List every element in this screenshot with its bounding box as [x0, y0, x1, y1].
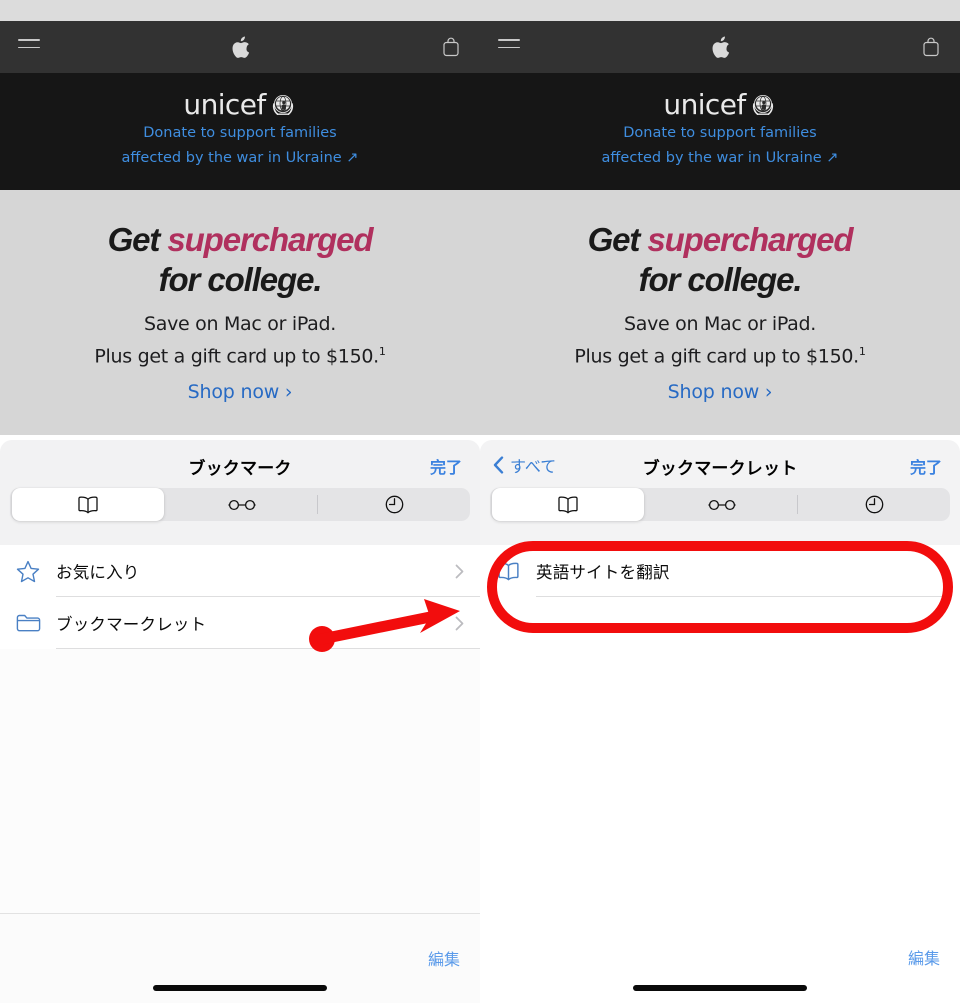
hero-headline-line2: for college. — [158, 261, 323, 298]
hero-subtext: Save on Mac or iPad. Plus get a gift car… — [94, 310, 386, 370]
clock-icon — [385, 495, 403, 514]
book-icon — [558, 496, 578, 514]
hero-footnote-marker: 1 — [858, 345, 866, 358]
clock-icon — [865, 495, 883, 514]
edit-button-left[interactable]: 編集 — [428, 946, 460, 970]
hero-subtext: Save on Mac or iPad. Plus get a gift car… — [574, 310, 866, 370]
book-outline-icon — [494, 561, 522, 581]
bookmarks-list-left: お気に入り ブックマークレット — [0, 545, 480, 649]
home-indicator — [633, 985, 807, 991]
safari-nav-bar — [0, 21, 480, 73]
book-icon — [78, 496, 98, 514]
un-emblem-icon — [749, 91, 777, 119]
unicef-logo: unicef — [663, 88, 776, 121]
list-item-label: お気に入り — [56, 563, 140, 582]
status-bar — [0, 0, 480, 21]
list-item-label: ブックマークレット — [56, 615, 207, 634]
hero-headline-plain: Get — [587, 221, 648, 258]
hero-sub-line2: Plus get a gift card up to $150. — [94, 345, 379, 368]
tab-bookmarks-left[interactable] — [12, 488, 164, 521]
sheet-title-right: ブックマークレット — [642, 459, 798, 479]
list-divider — [536, 596, 950, 597]
hero-headline: Get supercharged for college. — [587, 220, 854, 300]
list-item[interactable]: ブックマークレット — [0, 597, 480, 649]
unicef-logo: unicef — [183, 88, 296, 121]
shopping-bag-icon[interactable] — [922, 37, 940, 57]
apple-logo-icon[interactable] — [480, 21, 960, 73]
unicef-donate-line-2: affected by the war in Ukraine ↗ — [601, 150, 839, 166]
sheet-header-right: すべて ブックマークレット 完了 — [480, 440, 960, 545]
screenshot-root: unicef Donate to support families affect… — [0, 0, 960, 1003]
glasses-icon — [708, 499, 736, 510]
safari-nav-bar — [480, 21, 960, 73]
segmented-control-right — [490, 488, 950, 521]
sheet-header-left: ブックマーク 完了 — [0, 440, 480, 545]
done-button-left[interactable]: 完了 — [430, 454, 462, 478]
tab-history-left[interactable] — [318, 488, 470, 521]
apple-logo-icon[interactable] — [0, 21, 480, 73]
unicef-donate-line-1: Donate to support families — [143, 125, 337, 141]
status-bar — [480, 0, 960, 21]
shopping-bag-icon[interactable] — [442, 37, 460, 57]
bookmarks-sheet-left: ブックマーク 完了 お気に入り ブックマークレット 編集 — [0, 440, 480, 1003]
tab-reading-list-right[interactable] — [646, 488, 798, 521]
hero-sub-line1: Save on Mac or iPad. — [143, 313, 336, 335]
bookmarklet-list-right: 英語サイトを翻訳 — [480, 545, 960, 597]
unicef-donate-line-2: affected by the war in Ukraine ↗ — [121, 150, 359, 166]
glasses-icon — [228, 499, 256, 510]
tab-reading-list-left[interactable] — [166, 488, 318, 521]
hero-headline-plain: Get — [107, 221, 168, 258]
un-emblem-icon — [269, 91, 297, 119]
hero-headline-line2: for college. — [638, 261, 803, 298]
chevron-right-icon — [455, 616, 464, 631]
unicef-wordmark: unicef — [663, 88, 746, 121]
home-indicator — [153, 985, 327, 991]
list-divider — [56, 648, 480, 649]
folder-icon — [14, 613, 42, 633]
edit-button-right[interactable]: 編集 — [908, 945, 940, 969]
hero-footnote-marker: 1 — [378, 345, 386, 358]
phone-screenshot-left: unicef Donate to support families affect… — [0, 0, 480, 1003]
shop-now-link[interactable]: Shop now › — [668, 381, 773, 403]
unicef-banner[interactable]: unicef Donate to support families affect… — [480, 73, 960, 190]
list-item[interactable]: お気に入り — [0, 545, 480, 597]
shop-now-link[interactable]: Shop now › — [188, 381, 293, 403]
unicef-wordmark: unicef — [183, 88, 266, 121]
tab-history-right[interactable] — [798, 488, 950, 521]
hero-sub-line1: Save on Mac or iPad. — [623, 313, 816, 335]
list-item[interactable]: 英語サイトを翻訳 — [480, 545, 960, 597]
hero-promo: Get supercharged for college. Save on Ma… — [0, 190, 480, 435]
hero-headline-accent: supercharged — [167, 221, 373, 258]
bookmarks-sheet-right: すべて ブックマークレット 完了 英語サイトを翻訳 編集 — [480, 440, 960, 1003]
phone-screenshot-right: unicef Donate to support families affect… — [480, 0, 960, 1003]
sheet-title-left: ブックマーク — [188, 459, 292, 479]
hero-promo: Get supercharged for college. Save on Ma… — [480, 190, 960, 435]
hero-headline: Get supercharged for college. — [107, 220, 374, 300]
list-item-label: 英語サイトを翻訳 — [536, 563, 670, 582]
done-button-right[interactable]: 完了 — [910, 454, 942, 478]
segmented-control-left — [10, 488, 470, 521]
star-icon — [14, 560, 42, 583]
sheet-footer-left: 編集 — [0, 913, 480, 1003]
hero-sub-line2: Plus get a gift card up to $150. — [574, 345, 859, 368]
hero-headline-accent: supercharged — [647, 221, 853, 258]
unicef-donate-line-1: Donate to support families — [623, 125, 817, 141]
chevron-right-icon — [455, 564, 464, 579]
tab-bookmarks-right[interactable] — [492, 488, 644, 521]
unicef-banner[interactable]: unicef Donate to support families affect… — [0, 73, 480, 190]
sheet-footer-right: 編集 — [480, 913, 960, 1003]
